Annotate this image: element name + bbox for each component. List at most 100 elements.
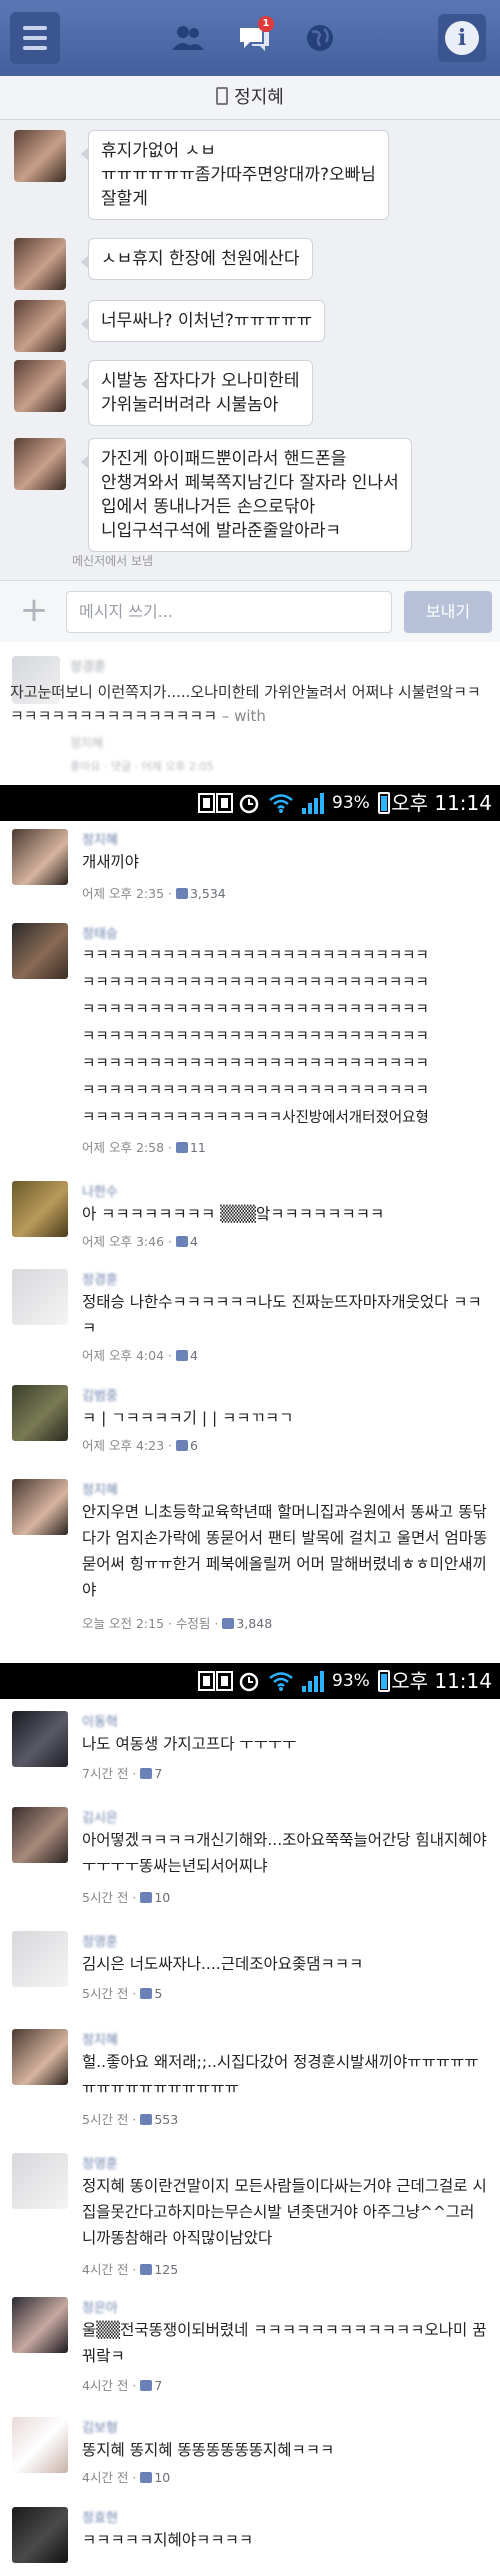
like-count[interactable]: 125 xyxy=(154,2262,178,2277)
alarm-clock-icon xyxy=(239,1672,259,1692)
avatar[interactable] xyxy=(12,2417,68,2473)
commenter-name[interactable]: 정지혜 xyxy=(82,2029,118,2048)
comment-time: 5시간 전 xyxy=(82,2112,129,2127)
conversation-name: 정지혜 xyxy=(234,87,284,108)
info-button[interactable]: i xyxy=(438,14,486,62)
avatar[interactable] xyxy=(14,438,66,490)
comment: 정은아 울▒▒전국똥쟁이되버렸네 ㅋㅋㅋㅋㅋㅋㅋㅋㅋㅋㅋㅋ오나미 꿈꿔랔ㅋ 4시… xyxy=(0,2289,500,2393)
thumbs-up-icon xyxy=(140,1768,153,1779)
comment-meta: 7시간 전 · 7 xyxy=(82,1766,163,1781)
facebook-top-bar: 1 i xyxy=(0,0,500,76)
avatar[interactable] xyxy=(12,2029,68,2085)
avatar[interactable] xyxy=(14,238,66,290)
like-count[interactable]: 6 xyxy=(190,1438,198,1453)
like-count[interactable]: 7 xyxy=(154,1766,162,1781)
avatar[interactable] xyxy=(12,2153,68,2209)
avatar[interactable] xyxy=(12,2297,68,2353)
like-count[interactable]: 11 xyxy=(190,1140,206,1155)
comment: 김보형 똥지혜 똥지혜 똥똥똥똥똥똥지혜ㅋㅋㅋ 4시간 전 · 10 xyxy=(0,2409,500,2487)
like-count[interactable]: 3,534 xyxy=(190,886,226,901)
comment-text: 김시은 너도싸자나....근데조아요좆댐ㅋㅋㅋ xyxy=(82,1955,364,1973)
signal-strength-icon xyxy=(302,1671,324,1692)
thumbs-up-icon xyxy=(222,1618,235,1629)
avatar[interactable] xyxy=(12,829,68,885)
conversation-header: 정지혜 xyxy=(0,76,500,120)
commenter-name[interactable]: 정은아 xyxy=(82,2297,118,2316)
comment-meta: 어제 오후 2:58 · 11 xyxy=(82,1140,206,1155)
battery-percentage: 93% xyxy=(332,1671,370,1691)
post-with-tag: – with xyxy=(221,707,266,725)
avatar[interactable] xyxy=(12,1807,68,1863)
post-author-name[interactable]: 정경훈 xyxy=(70,656,106,675)
avatar[interactable] xyxy=(12,1181,68,1237)
like-count[interactable]: 10 xyxy=(154,1890,170,1905)
menu-icon[interactable] xyxy=(10,12,60,64)
notification-badge: 1 xyxy=(258,16,274,32)
add-attachment-icon[interactable]: + xyxy=(18,593,50,627)
commenter-name[interactable]: 정경훈 xyxy=(82,1269,118,1288)
commenter-name[interactable]: 정효현 xyxy=(82,2507,118,2526)
comment-text: 똥지혜 똥지혜 똥똥똥똥똥똥지혜ㅋㅋㅋ xyxy=(82,2441,335,2459)
comment-time: 5시간 전 xyxy=(82,1986,129,2001)
comment: 정태승 ㅋㅋㅋㅋㅋㅋㅋㅋㅋㅋㅋㅋㅋㅋㅋㅋㅋㅋㅋㅋㅋㅋㅋㅋㅋㅋ ㅋㅋㅋㅋㅋㅋㅋㅋㅋ… xyxy=(0,915,500,1165)
comment-text: 정지혜 똥이란건말이지 모든사람들이다싸는거야 근데그걸로 시집을못간다고하지마… xyxy=(82,2177,487,2247)
send-button[interactable]: 보내기 xyxy=(404,591,492,633)
message: 휴지가없어 ㅅㅂ ㅠㅠㅠㅠㅠㅠ좀가따주면앙대까?오빠님 잘할게 xyxy=(14,130,389,220)
like-count[interactable]: 4 xyxy=(190,1348,198,1363)
message: 너무싸나? 이처넌?ㅠㅠㅠㅠㅠ xyxy=(14,300,326,352)
thumbs-up-icon xyxy=(140,1988,153,1999)
comment-text: 나도 여동생 가지고프다 ㅜㅜㅜㅜ xyxy=(82,1735,297,1753)
notifications-globe-icon[interactable] xyxy=(302,20,338,56)
like-count[interactable]: 4 xyxy=(190,1234,198,1249)
battery-icon xyxy=(378,792,390,814)
commenter-name[interactable]: 정영훈 xyxy=(82,1931,118,1950)
like-count[interactable]: 553 xyxy=(154,2112,178,2127)
thumbs-up-icon xyxy=(140,2472,153,2483)
avatar[interactable] xyxy=(12,1479,68,1535)
wifi-icon xyxy=(269,794,293,813)
friend-requests-icon[interactable] xyxy=(170,20,206,56)
comment-meta: 5시간 전 · 553 xyxy=(82,2112,179,2127)
avatar[interactable] xyxy=(12,2507,68,2563)
like-count[interactable]: 10 xyxy=(154,2470,170,2485)
comment-time: 어제 오후 4:04 xyxy=(82,1348,165,1363)
screen-mirror-icon xyxy=(198,793,233,813)
commenter-name[interactable]: 이동혁 xyxy=(82,1711,118,1730)
comment-time: 4시간 전 xyxy=(82,2378,129,2393)
commenter-name[interactable]: 나한수 xyxy=(82,1181,118,1200)
avatar[interactable] xyxy=(12,1269,68,1325)
like-count[interactable]: 5 xyxy=(154,1986,162,2001)
commenter-name[interactable]: 김범중 xyxy=(82,1385,118,1404)
commenter-name[interactable]: 정지혜 xyxy=(82,829,118,848)
comment-text: 아 ㅋㅋㅋㅋㅋㅋㅋㅋ ▒▒▒앜ㅋㅋㅋㅋㅋㅋㅋㅋ xyxy=(82,1205,385,1223)
comment-time: 4시간 전 xyxy=(82,2262,129,2277)
thumbs-up-icon xyxy=(175,1142,188,1153)
commenter-name[interactable]: 정태승 xyxy=(82,923,118,942)
tagged-person-name[interactable]: 정지혜 xyxy=(70,734,103,751)
clock: 오후 11:14 xyxy=(391,1669,492,1693)
comment: 정영훈 정지혜 똥이란건말이지 모든사람들이다싸는거야 근데그걸로 시집을못간다… xyxy=(0,2145,500,2277)
comment-time: 오늘 오전 2:15 · 수정됨 xyxy=(82,1616,211,1631)
chat-area[interactable]: 휴지가없어 ㅅㅂ ㅠㅠㅠㅠㅠㅠ좀가따주면앙대까?오빠님 잘할게 ㅅㅂ휴지 한장에… xyxy=(0,120,500,580)
message-input[interactable]: 메시지 쓰기... xyxy=(66,591,392,633)
avatar[interactable] xyxy=(12,1385,68,1441)
avatar[interactable] xyxy=(14,360,66,412)
avatar[interactable] xyxy=(12,1931,68,1987)
comment-time: 5시간 전 xyxy=(82,1890,129,1905)
comment-text: 울▒▒전국똥쟁이되버렸네 ㅋㅋㅋㅋㅋㅋㅋㅋㅋㅋㅋㅋ오나미 꿈꿔랔ㅋ xyxy=(82,2321,487,2365)
status-bar: 93% 오후 11:14 xyxy=(0,1663,500,1699)
avatar[interactable] xyxy=(12,1711,68,1767)
like-count[interactable]: 7 xyxy=(154,2378,162,2393)
post-text: 자고눈떠보니 이런쪽지가.....오나미한테 가위안눌려서 어쩌냐 시불련앜ㅋㅋ… xyxy=(10,680,494,728)
avatar[interactable] xyxy=(12,923,68,979)
avatar[interactable] xyxy=(14,300,66,352)
commenter-name[interactable]: 김보형 xyxy=(82,2417,118,2436)
comment-time: 어제 오후 3:46 xyxy=(82,1234,165,1249)
like-count[interactable]: 3,848 xyxy=(236,1616,272,1631)
comment-meta: 어제 오후 3:46 · 4 xyxy=(82,1234,198,1249)
avatar[interactable] xyxy=(14,130,66,182)
commenter-name[interactable]: 정지혜 xyxy=(82,1479,118,1498)
comment-text: 아어떻겠ㅋㅋㅋㅋ개신기해와...조아요쭉쭉늘어간당 힘내지혜야ㅜㅜㅜㅜ똥싸는년되… xyxy=(82,1831,487,1875)
commenter-name[interactable]: 김시은 xyxy=(82,1807,118,1826)
commenter-name[interactable]: 정영훈 xyxy=(82,2153,118,2172)
